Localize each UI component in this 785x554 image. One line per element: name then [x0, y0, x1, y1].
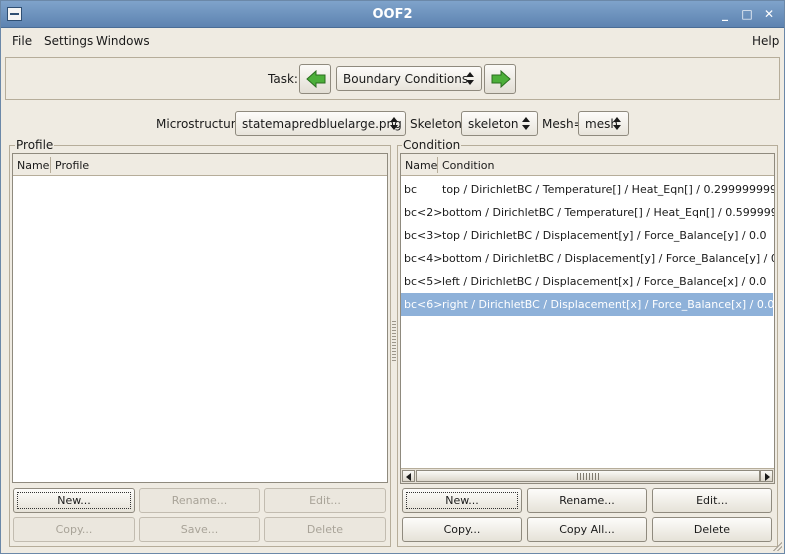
profile-edit-button[interactable]: Edit... — [264, 488, 386, 513]
column-header-profile[interactable]: Profile — [55, 159, 89, 172]
skeleton-value: skeleton — [468, 117, 519, 131]
next-task-button[interactable] — [484, 64, 516, 94]
updown-icon — [466, 71, 475, 87]
condition-copy-button[interactable]: Copy... — [402, 517, 522, 542]
microstructure-selector[interactable]: statemapredbluelarge.png — [235, 111, 406, 136]
condition-new-button[interactable]: New... — [402, 488, 522, 513]
updown-icon — [522, 116, 531, 132]
scroll-right-button[interactable] — [760, 470, 773, 482]
pane-divider-handle[interactable] — [392, 321, 396, 361]
menu-windows[interactable]: Windows — [96, 34, 150, 48]
profile-list-header: Name Profile — [13, 154, 387, 176]
condition-copy-all-button[interactable]: Copy All... — [527, 517, 647, 542]
column-header-condition[interactable]: Condition — [442, 159, 495, 172]
arrow-left-icon — [306, 70, 326, 88]
condition-delete-button[interactable]: Delete — [652, 517, 772, 542]
column-header-name[interactable]: Name — [405, 159, 437, 172]
skeleton-selector[interactable]: skeleton — [461, 111, 538, 136]
profile-new-button[interactable]: New... — [13, 488, 135, 513]
column-separator — [50, 157, 51, 173]
menu-help[interactable]: Help — [752, 34, 779, 48]
oof2-window: OOF2 _ □ ✕ File Settings Windows Help Ta… — [0, 0, 785, 554]
table-row[interactable]: bc<2> bottom / DirichletBC / Temperature… — [401, 201, 774, 224]
profile-delete-button[interactable]: Delete — [264, 517, 386, 542]
minimize-button[interactable]: _ — [717, 6, 733, 22]
profile-save-button[interactable]: Save... — [139, 517, 260, 542]
table-row[interactable]: bc<4> bottom / DirichletBC / Displacemen… — [401, 247, 774, 270]
horizontal-scrollbar[interactable] — [401, 468, 774, 483]
scrollbar-thumb[interactable] — [416, 470, 760, 482]
condition-list[interactable]: Name Condition bc top / DirichletBC / Te… — [400, 153, 775, 484]
menu-bar: File Settings Windows Help — [1, 29, 784, 53]
condition-title: Condition — [402, 138, 462, 152]
column-separator — [437, 157, 438, 173]
menu-settings[interactable]: Settings — [44, 34, 93, 48]
grip-icon — [577, 473, 599, 480]
arrow-right-icon — [765, 473, 770, 481]
updown-icon — [613, 116, 622, 132]
previous-task-button[interactable] — [299, 64, 331, 94]
window-title: OOF2 — [372, 7, 413, 22]
condition-edit-button[interactable]: Edit... — [652, 488, 772, 513]
table-row[interactable]: bc<3> top / DirichletBC / Displacement[y… — [401, 224, 773, 247]
task-label: Task: — [268, 72, 298, 86]
profile-rename-button[interactable]: Rename... — [139, 488, 260, 513]
task-selector[interactable]: Boundary Conditions — [336, 66, 482, 91]
close-button[interactable]: ✕ — [761, 6, 777, 22]
arrow-left-icon — [406, 473, 411, 481]
task-selector-value: Boundary Conditions — [343, 72, 469, 86]
microstructure-value: statemapredbluelarge.png — [242, 117, 402, 131]
profile-title: Profile — [15, 138, 55, 152]
profile-copy-button[interactable]: Copy... — [13, 517, 135, 542]
menu-file[interactable]: File — [12, 34, 32, 48]
maximize-button[interactable]: □ — [739, 6, 755, 22]
table-row-selected[interactable]: bc<6> right / DirichletBC / Displacement… — [401, 293, 774, 316]
updown-icon — [390, 116, 399, 132]
mesh-selector[interactable]: mesh — [578, 111, 629, 136]
table-row[interactable]: bc top / DirichletBC / Temperature[] / H… — [401, 178, 774, 201]
column-header-name[interactable]: Name — [17, 159, 49, 172]
condition-list-header: Name Condition — [401, 154, 774, 176]
profile-list[interactable]: Name Profile — [12, 153, 388, 483]
table-row[interactable]: bc<5> left / DirichletBC / Displacement[… — [401, 270, 773, 293]
title-bar[interactable]: OOF2 _ □ ✕ — [1, 1, 784, 28]
condition-rename-button[interactable]: Rename... — [527, 488, 647, 513]
task-bar: Task: Boundary Conditions — [5, 57, 780, 100]
resize-grip-icon[interactable] — [772, 541, 782, 551]
scroll-left-button[interactable] — [402, 470, 415, 482]
arrow-right-icon — [491, 70, 511, 88]
